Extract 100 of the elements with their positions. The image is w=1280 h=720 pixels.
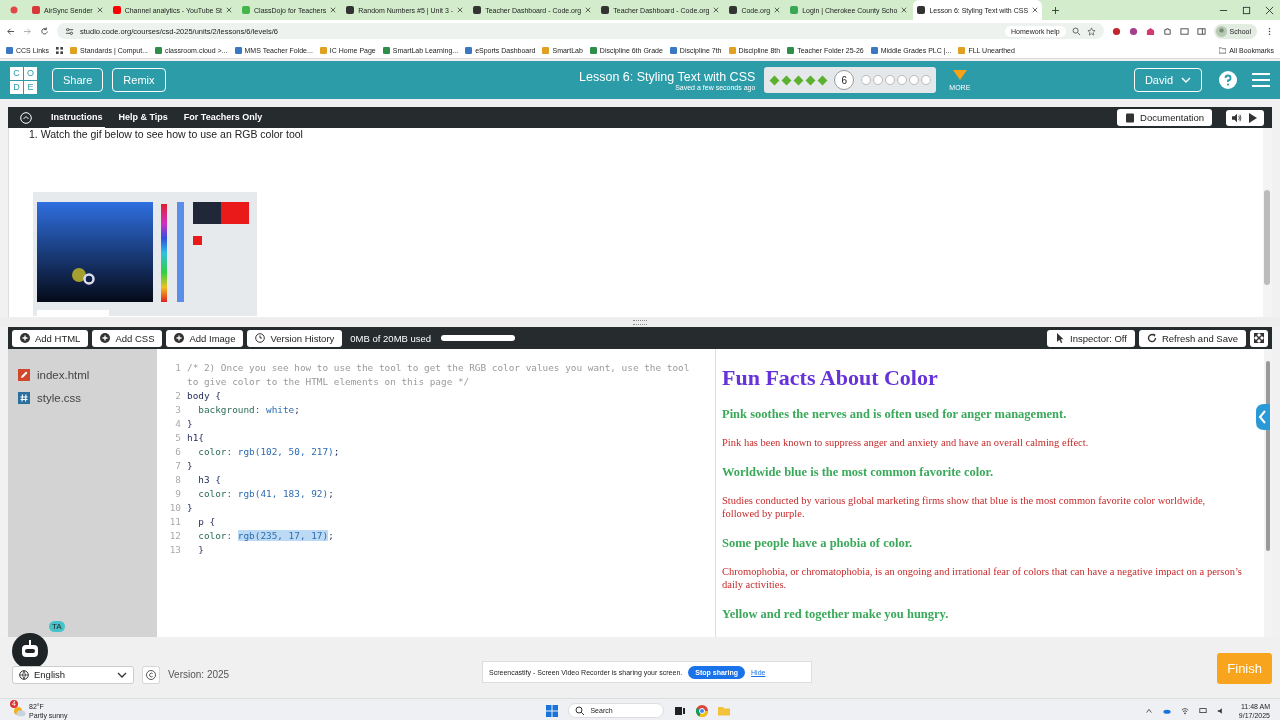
- zoom-icon[interactable]: [1071, 26, 1081, 36]
- logo-letter: D: [10, 80, 23, 94]
- code-line: /* 2) Once you see how to use the tool to get the RGB color values you want, use the tool to give color to the HTML elements on this page */: [187, 361, 691, 389]
- toolbar-button[interactable]: Add Image: [166, 329, 244, 347]
- copyright-icon[interactable]: [142, 665, 160, 684]
- close-icon[interactable]: [330, 7, 337, 13]
- instructions-tab[interactable]: Help & Tips: [116, 106, 170, 129]
- fullscreen-button[interactable]: [1250, 329, 1268, 347]
- file-item[interactable]: index.html: [8, 363, 157, 386]
- plus-circle-icon: [174, 333, 185, 343]
- refresh-button[interactable]: Refresh and Save: [1138, 329, 1246, 347]
- logo-letter: E: [24, 80, 37, 94]
- record-icon: [10, 6, 18, 14]
- line-number: 8: [174, 473, 181, 487]
- line-number: 11: [168, 515, 181, 529]
- maximize-icon[interactable]: [1242, 5, 1251, 15]
- chevron-up-icon[interactable]: [1144, 706, 1153, 715]
- lesson-title: Lesson 6: Styling Text with CSS: [579, 69, 756, 84]
- bookmark-icon: [155, 46, 163, 54]
- wifi-icon[interactable]: [1180, 706, 1189, 715]
- line-number: 1: [174, 361, 181, 375]
- bookmark-icon: [70, 46, 78, 54]
- documentation-button[interactable]: Documentation: [1117, 109, 1212, 126]
- toolbar-button[interactable]: Add CSS: [92, 329, 163, 347]
- close-icon[interactable]: [226, 7, 233, 13]
- folder-icon: [1219, 46, 1227, 54]
- line-number: 9: [174, 487, 181, 501]
- fact-heading: Some people have a phobia of color.: [722, 536, 914, 551]
- help-icon[interactable]: [1219, 71, 1237, 89]
- browser-icon[interactable]: [696, 704, 709, 717]
- apps-icon[interactable]: [56, 46, 64, 54]
- bookmark-icon: [870, 46, 878, 54]
- plus-circle-icon: [20, 333, 30, 343]
- fact-heading: Yellow and red together make you hungry.: [722, 607, 950, 622]
- bookmark-icon: [542, 46, 550, 54]
- expand-icon: [1254, 333, 1264, 343]
- collapse-icon[interactable]: [20, 111, 32, 124]
- hash-icon: [18, 391, 30, 404]
- line-number: 10: [168, 501, 181, 515]
- close-icon[interactable]: [713, 7, 720, 13]
- robot-icon: [12, 633, 48, 669]
- pointer-icon: [1055, 333, 1066, 343]
- current-level[interactable]: 6: [834, 70, 855, 90]
- code-line: }: [187, 417, 194, 431]
- new-tab-icon[interactable]: [1052, 6, 1060, 14]
- resize-handle[interactable]: [633, 319, 647, 325]
- code-line: }: [187, 459, 194, 473]
- plus-circle-icon: [100, 333, 111, 343]
- line-number: 13: [168, 543, 181, 557]
- logo-letter: O: [24, 66, 37, 80]
- storage-usage: 0MB of 20MB used: [350, 332, 432, 344]
- play-icon[interactable]: [1248, 112, 1258, 123]
- bookmark-icon: [589, 46, 597, 54]
- display-icon[interactable]: [1198, 706, 1207, 715]
- fact-text: Chromophobia, or chromatophobia, is an ongoing and irrational fear of colors that can have a negative impact on a person’s daily activities.: [722, 565, 1242, 591]
- reload-icon[interactable]: [40, 26, 49, 36]
- speaker-icon[interactable]: [1232, 112, 1242, 123]
- site-info-icon[interactable]: [65, 26, 74, 36]
- close-icon[interactable]: [1265, 5, 1274, 15]
- bookmark-icon: [465, 46, 473, 54]
- instructions-tab[interactable]: For Teachers Only: [181, 106, 265, 129]
- back-icon[interactable]: [6, 26, 15, 36]
- assistant-badge: TA: [49, 621, 65, 632]
- line-number: 6: [174, 445, 181, 459]
- toolbar-button[interactable]: Add HTML: [12, 329, 89, 347]
- close-icon[interactable]: [774, 7, 781, 13]
- line-number: 2: [174, 389, 181, 403]
- line-number: 12: [168, 529, 181, 543]
- windows-icon[interactable]: [546, 704, 559, 717]
- inspector-toggle[interactable]: Inspector: Off: [1047, 329, 1135, 347]
- pencil-icon: [18, 368, 30, 381]
- sun-cloud-icon: [12, 704, 26, 717]
- clock-icon: [255, 333, 266, 343]
- side-panel-icon[interactable]: [1196, 26, 1206, 36]
- volume-icon[interactable]: [1216, 706, 1225, 715]
- bookmark-icon: [382, 46, 390, 54]
- bookmark-icon: [234, 46, 242, 54]
- star-icon[interactable]: [1086, 26, 1096, 36]
- code-line: color: rgb(235, 17, 17);: [197, 529, 335, 543]
- menu-icon[interactable]: [1252, 73, 1270, 87]
- line-number: 7: [174, 459, 181, 473]
- fact-text: Pink has been known to suppress anger and anxiety and have an overall calming effect.: [722, 436, 1090, 449]
- line-number: 5: [174, 431, 181, 445]
- search-icon: [575, 705, 586, 716]
- cast-icon[interactable]: [1179, 26, 1189, 36]
- bookmark-icon: [669, 46, 677, 54]
- code-line: }: [197, 543, 205, 557]
- scrollbar-thumb[interactable]: [1264, 190, 1270, 285]
- task-view-icon[interactable]: [674, 704, 687, 717]
- file-item[interactable]: style.css: [8, 386, 157, 409]
- close-icon[interactable]: [585, 7, 592, 13]
- language-select[interactable]: English: [12, 665, 134, 684]
- chevron-left-icon[interactable]: [1256, 404, 1270, 430]
- close-icon[interactable]: [96, 7, 103, 13]
- toolbar-button[interactable]: Version History: [247, 329, 343, 347]
- close-icon[interactable]: [457, 7, 464, 13]
- logo[interactable]: C O D E: [10, 66, 37, 94]
- close-icon[interactable]: [901, 7, 908, 13]
- close-icon[interactable]: [1032, 7, 1039, 13]
- line-number: 4: [174, 417, 181, 431]
